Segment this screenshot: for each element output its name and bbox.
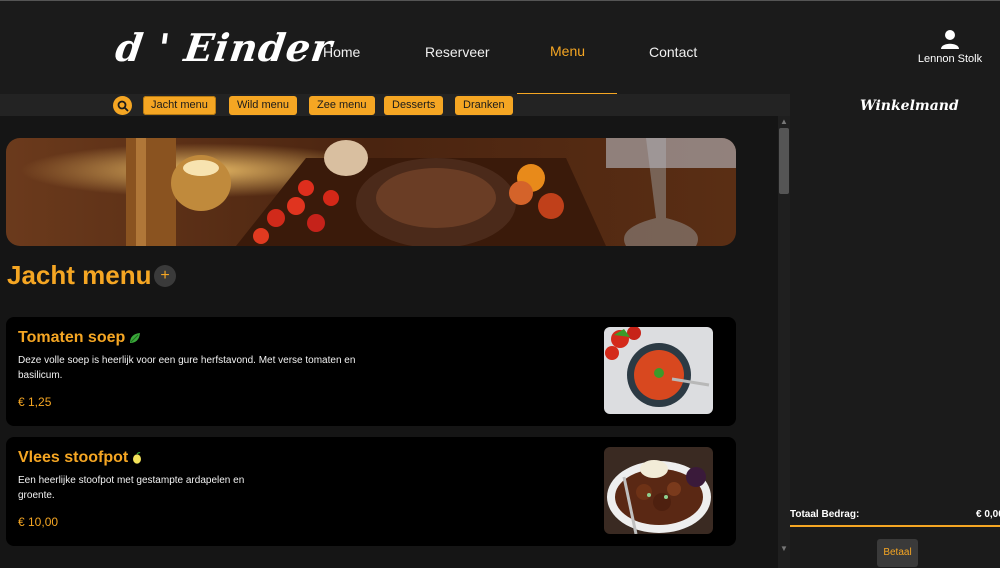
search-button[interactable]: [113, 96, 132, 115]
menu-item-card[interactable]: Vlees stoofpot Een heerlijke stoofpot me…: [6, 437, 736, 546]
category-jacht-menu[interactable]: Jacht menu: [143, 96, 216, 115]
menu-item-name: Tomaten soep: [18, 329, 126, 346]
cart-title: Winkelmand: [860, 98, 959, 114]
menu-content[interactable]: Jacht menu + Tomaten soep Deze volle soe…: [0, 116, 778, 568]
hero-banner-image: [6, 138, 736, 246]
search-icon: [117, 100, 129, 112]
scroll-down-arrow-icon[interactable]: ▼: [780, 544, 788, 553]
pay-button[interactable]: Betaal: [877, 539, 918, 567]
add-section-button[interactable]: +: [154, 265, 176, 287]
category-zee-menu[interactable]: Zee menu: [309, 96, 375, 115]
section-title: Jacht menu: [7, 260, 152, 290]
user-account[interactable]: Lennon Stolk: [912, 29, 988, 65]
menu-item-title: Vlees stoofpot: [18, 449, 142, 467]
category-desserts[interactable]: Desserts: [384, 96, 444, 115]
user-name: Lennon Stolk: [917, 53, 983, 65]
cart-total-label: Totaal Bedrag:: [790, 509, 860, 520]
scroll-thumb[interactable]: [779, 128, 789, 194]
page: d ' Einder Home Reserveer Menu Contact L…: [0, 0, 1000, 568]
user-icon: [941, 30, 959, 49]
lemon-icon: [133, 452, 142, 464]
category-bar: Jacht menu Wild menu Zee menu Desserts D…: [0, 94, 790, 116]
nav-contact[interactable]: Contact: [649, 44, 697, 60]
menu-item-price: € 10,00: [18, 515, 59, 529]
menu-item-price: € 1,25: [18, 395, 52, 409]
cart-panel: Winkelmand Totaal Bedrag: € 0,00 Betaal: [790, 94, 1000, 568]
scroll-up-arrow-icon[interactable]: ▲: [780, 117, 788, 126]
site-logo[interactable]: d ' Einder: [113, 25, 336, 70]
menu-item-description: Deze volle soep is heerlijk voor een gur…: [18, 355, 356, 381]
site-header: d ' Einder Home Reserveer Menu Contact L…: [0, 0, 1000, 95]
nav-home[interactable]: Home: [323, 44, 360, 60]
tomato-soup-image: [604, 327, 713, 414]
content-scrollbar[interactable]: ▲ ▼: [778, 116, 790, 568]
category-dranken[interactable]: Dranken: [455, 96, 513, 115]
menu-item-card[interactable]: Tomaten soep Deze volle soep is heerlijk…: [6, 317, 736, 426]
cart-divider: [790, 525, 1000, 527]
menu-item-title: Tomaten soep: [18, 329, 141, 347]
leaf-icon: [130, 333, 141, 343]
nav-reserveer[interactable]: Reserveer: [425, 44, 490, 60]
category-wild-menu[interactable]: Wild menu: [229, 96, 297, 115]
nav-menu[interactable]: Menu: [550, 43, 585, 59]
menu-item-description: Een heerlijke stoofpot met gestampte ard…: [18, 475, 245, 501]
cart-total-value: € 0,00: [976, 509, 1000, 520]
menu-item-name: Vlees stoofpot: [18, 449, 129, 466]
beef-stew-image: [604, 447, 713, 534]
